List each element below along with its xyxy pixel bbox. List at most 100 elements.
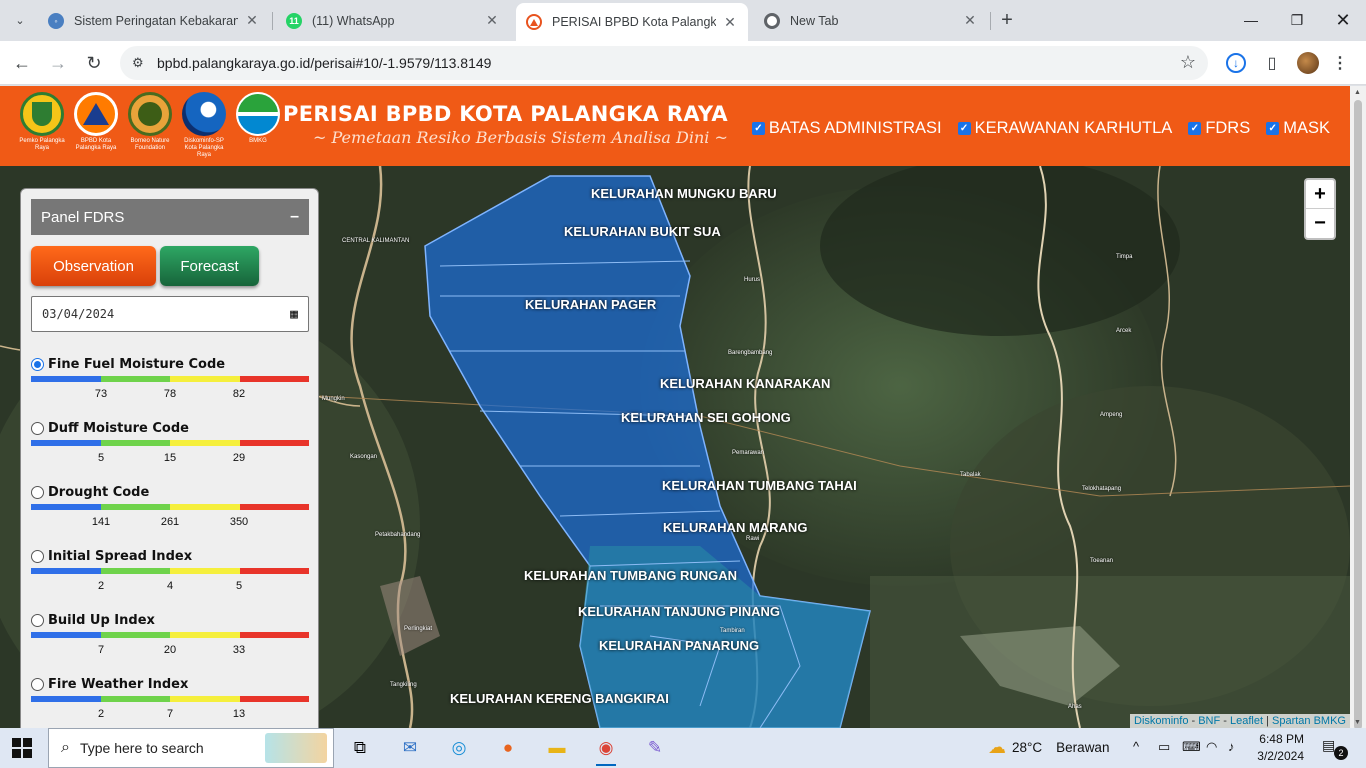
profile-avatar[interactable] xyxy=(1297,52,1319,74)
attribution-link[interactable]: BNF xyxy=(1198,715,1220,727)
calendar-icon[interactable]: ▦ xyxy=(290,307,298,322)
file-explorer-icon[interactable]: ▬ xyxy=(541,734,573,762)
meet-now-icon[interactable]: ▭ xyxy=(1158,739,1170,755)
index-radio-button[interactable] xyxy=(31,421,44,435)
fdrs-index-item[interactable]: Duff Moisture Code 5 15 29 xyxy=(31,420,309,480)
bpbd-icon xyxy=(526,14,542,30)
attribution-link[interactable]: Spartan BMKG xyxy=(1272,715,1346,727)
url-text[interactable]: bpbd.palangkaraya.go.id/perisai#10/-1.95… xyxy=(157,55,491,71)
attribution-link[interactable]: Diskominfo xyxy=(1134,715,1188,727)
toggle-batas-administrasi[interactable]: ✓ BATAS ADMINISTRASI xyxy=(751,119,942,138)
paint-icon[interactable]: ✎ xyxy=(639,734,671,762)
close-tab-icon[interactable]: ✕ xyxy=(962,12,978,29)
restore-icon[interactable]: ❐ xyxy=(1274,6,1320,34)
attribution-link[interactable]: Leaflet xyxy=(1230,715,1263,727)
system-clock[interactable]: 6:48 PM 3/2/2024 xyxy=(1248,731,1304,765)
zoom-out-button[interactable]: − xyxy=(1306,209,1334,238)
logo-diskominfo: Diskominfo-SP Kota Palangka Raya xyxy=(178,92,230,159)
index-row[interactable]: Initial Spread Index xyxy=(31,548,309,564)
index-radio-button[interactable] xyxy=(31,677,44,691)
scale-segment xyxy=(31,376,101,382)
kelurahan-label: KELURAHAN PANARUNG xyxy=(599,638,760,653)
tab-perisai[interactable]: PERISAI BPBD Kota Palangka Ra ✕ xyxy=(516,3,748,41)
close-tab-icon[interactable]: ✕ xyxy=(484,12,500,29)
fdrs-index-item[interactable]: Drought Code 141 261 350 xyxy=(31,484,309,544)
attribution-separator: - xyxy=(1188,715,1199,727)
index-radio-button[interactable] xyxy=(31,357,44,371)
panel-header[interactable]: Panel FDRS – xyxy=(31,199,309,235)
place-label: Timpa xyxy=(1116,254,1133,260)
close-window-icon[interactable]: ✕ xyxy=(1320,6,1366,34)
index-row[interactable]: Build Up Index xyxy=(31,612,309,628)
address-bar[interactable]: ⚙ bpbd.palangkaraya.go.id/perisai#10/-1.… xyxy=(120,46,1208,80)
edge-icon[interactable]: ◎ xyxy=(443,734,475,762)
close-tab-icon[interactable]: ✕ xyxy=(722,14,738,31)
tab-new-tab[interactable]: New Tab ✕ xyxy=(754,4,988,37)
fdrs-index-item[interactable]: Fire Weather Index 2 7 13 xyxy=(31,676,309,728)
scroll-down-arrow-icon[interactable]: ▼ xyxy=(1354,719,1361,726)
notification-center-icon[interactable]: ▤ 2 xyxy=(1322,737,1348,760)
collapse-panel-icon[interactable]: – xyxy=(290,208,299,226)
forecast-button[interactable]: Forecast xyxy=(160,246,259,286)
index-radio-button[interactable] xyxy=(31,549,44,563)
observation-button[interactable]: Observation xyxy=(31,246,156,286)
minimize-icon[interactable]: — xyxy=(1228,6,1274,34)
task-view-icon[interactable]: ⧉ xyxy=(344,734,376,762)
volume-icon[interactable]: ♪ xyxy=(1228,739,1235,754)
tab-search-chevron-icon[interactable]: ⌄ xyxy=(8,8,32,32)
index-row[interactable]: Fine Fuel Moisture Code xyxy=(31,356,309,372)
fdrs-index-item[interactable]: Initial Spread Index 2 4 5 xyxy=(31,548,309,608)
fdrs-index-item[interactable]: Build Up Index 7 20 33 xyxy=(31,612,309,672)
fdrs-index-item[interactable]: Fine Fuel Moisture Code 73 78 82 xyxy=(31,356,309,416)
download-icon[interactable]: ↓ xyxy=(1226,53,1246,73)
checkbox-checked-icon[interactable]: ✓ xyxy=(751,122,765,135)
place-label: CENTRAL KALIMANTAN xyxy=(342,238,410,244)
show-hidden-icons-chevron-icon[interactable]: ^ xyxy=(1133,739,1139,754)
bookmark-star-icon[interactable]: ☆ xyxy=(1180,52,1196,73)
checkbox-checked-icon[interactable]: ✓ xyxy=(1188,122,1202,135)
browser-tab-bar: ⌄ ◦ Sistem Peringatan Kebakaran H ✕ 11 (… xyxy=(0,0,1366,41)
weather-widget[interactable]: ☁ 28°C Berawan xyxy=(988,737,1109,758)
reload-icon[interactable]: ↻ xyxy=(80,49,108,77)
toggle-fdrs[interactable]: ✓ FDRS xyxy=(1188,119,1250,138)
index-radio-button[interactable] xyxy=(31,613,44,627)
scrollbar-thumb[interactable] xyxy=(1354,100,1362,730)
scale-segment xyxy=(100,376,170,382)
index-row[interactable]: Duff Moisture Code xyxy=(31,420,309,436)
forward-arrow-icon[interactable]: → xyxy=(44,49,72,77)
chrome-taskbar-icon[interactable]: ◉ xyxy=(590,734,622,766)
checkbox-checked-icon[interactable]: ✓ xyxy=(957,122,971,135)
taskbar-search-box[interactable]: ⌕ Type here to search xyxy=(48,728,334,768)
tab-whatsapp[interactable]: 11 (11) WhatsApp ✕ xyxy=(276,4,510,37)
keyboard-icon[interactable]: ⌨ xyxy=(1182,739,1201,755)
date-field[interactable]: 03/04/2024 ▦ xyxy=(31,296,309,332)
back-arrow-icon[interactable]: ← xyxy=(8,49,36,77)
windows-start-icon[interactable] xyxy=(12,738,32,758)
index-radio-button[interactable] xyxy=(31,485,44,499)
index-row[interactable]: Drought Code xyxy=(31,484,309,500)
page-scrollbar[interactable]: ▲ ▼ xyxy=(1350,86,1366,730)
threshold-value: 13 xyxy=(232,708,246,720)
toggle-mask[interactable]: ✓ MASK xyxy=(1266,119,1330,138)
browser-toolbar: ← → ↻ ⚙ bpbd.palangkaraya.go.id/perisai#… xyxy=(0,41,1366,85)
index-thresholds: 2 4 5 xyxy=(31,580,309,592)
zoom-in-button[interactable]: + xyxy=(1306,180,1334,209)
place-label: Perlingkiat xyxy=(404,626,433,632)
kebab-menu-icon[interactable]: ⋮ xyxy=(1328,51,1352,75)
index-color-scale xyxy=(31,632,309,638)
toggle-kerawanan-karhutla[interactable]: ✓ KERAWANAN KARHUTLA xyxy=(957,119,1172,138)
place-label: Toeanan xyxy=(1090,558,1114,564)
close-tab-icon[interactable]: ✕ xyxy=(244,12,260,29)
place-label: Tambiran xyxy=(720,628,745,634)
side-panel-icon[interactable]: ▯ xyxy=(1260,51,1284,75)
threshold-value: 5 xyxy=(235,580,243,592)
site-info-icon[interactable]: ⚙ xyxy=(132,55,144,71)
mail-icon[interactable]: ✉ xyxy=(394,734,426,762)
wifi-icon[interactable]: ◠ xyxy=(1206,739,1217,755)
firefox-icon[interactable]: ● xyxy=(492,734,524,762)
tab-sistem-peringatan[interactable]: ◦ Sistem Peringatan Kebakaran H ✕ xyxy=(38,4,270,37)
index-row[interactable]: Fire Weather Index xyxy=(31,676,309,692)
scroll-up-arrow-icon[interactable]: ▲ xyxy=(1354,89,1361,96)
checkbox-checked-icon[interactable]: ✓ xyxy=(1266,122,1280,135)
new-tab-plus-icon[interactable]: + xyxy=(996,9,1018,32)
